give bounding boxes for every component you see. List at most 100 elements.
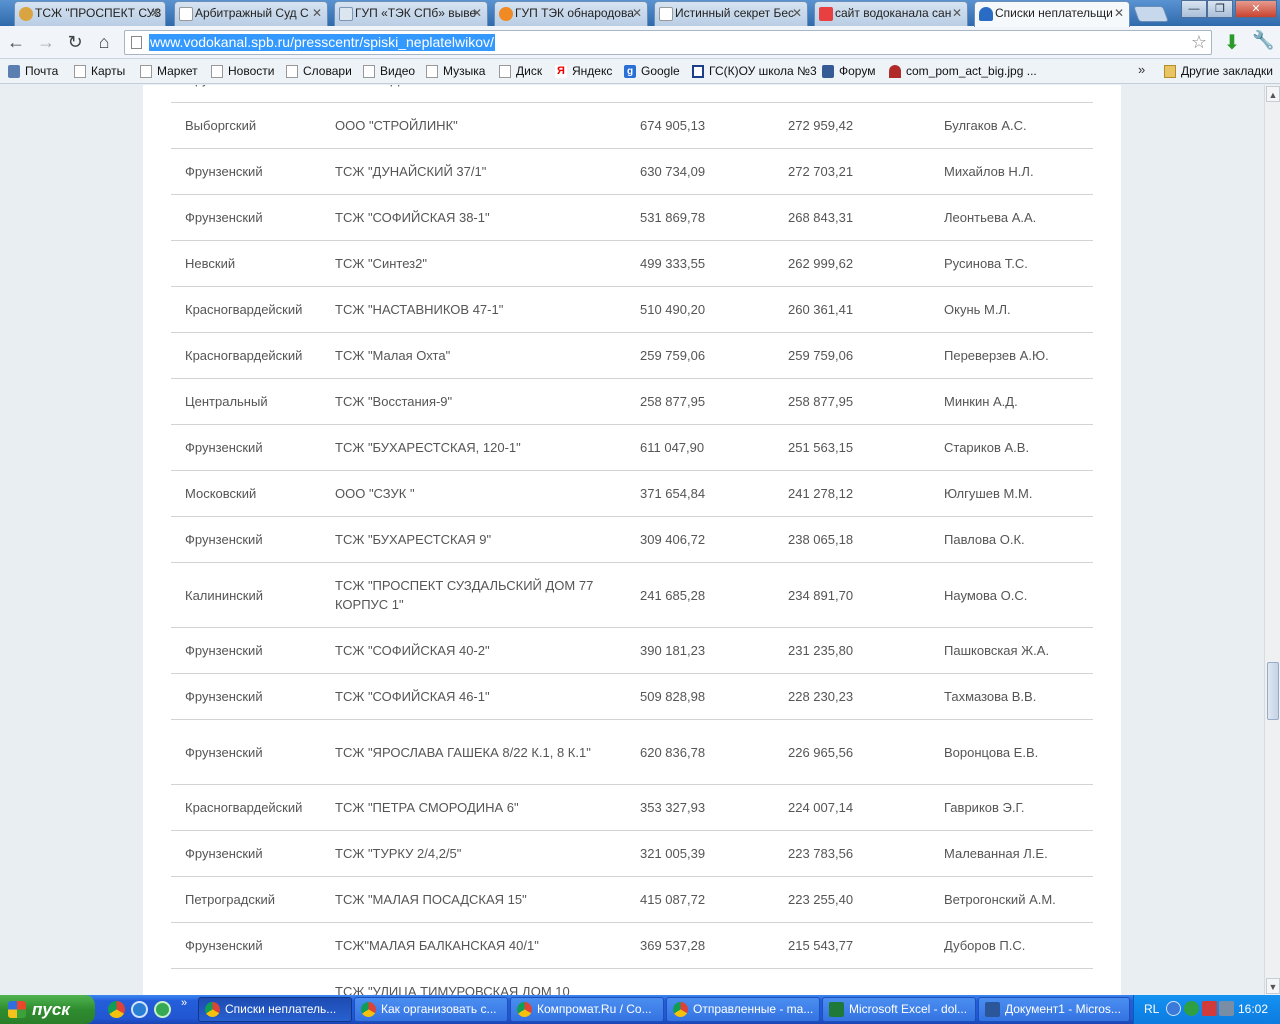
overdue-debt-cell: 228 230,23 xyxy=(788,689,854,704)
tab-strip: ТСЖ "ПРОСПЕКТ СУЗ ✕ Арбитражный Суд С ✕ … xyxy=(0,0,1280,27)
new-tab-button[interactable] xyxy=(1133,6,1169,22)
task-button[interactable]: Компромат.Ru / Co... xyxy=(510,997,664,1022)
bookmark-muzyka[interactable]: Музыка xyxy=(426,63,485,80)
close-icon[interactable]: ✕ xyxy=(632,2,642,25)
tab-title: ТСЖ "ПРОСПЕКТ СУЗ xyxy=(35,6,162,20)
bookmark-video[interactable]: Видео xyxy=(363,63,415,80)
table-row: Фрунзенский ТСЖ "СОФИЙСКАЯ 46-1" 509 828,9… xyxy=(171,674,1093,720)
scroll-up-arrow-icon[interactable]: ▲ xyxy=(1266,86,1280,102)
vertical-scrollbar[interactable]: ▲ ▼ xyxy=(1264,85,1280,995)
manager-cell: Юлгушев М.М. xyxy=(944,486,1033,501)
tab-7-active[interactable]: Списки неплательщи ✕ xyxy=(974,1,1130,27)
home-button[interactable]: ⌂ xyxy=(92,30,116,54)
tab-3[interactable]: ГУП «ТЭК СПб» выве ✕ xyxy=(334,1,488,26)
task-label: Компромат.Ru / Co... xyxy=(537,1002,652,1016)
bookmark-market[interactable]: Маркет xyxy=(140,63,198,80)
chrome-icon[interactable] xyxy=(108,1001,125,1018)
task-label: Документ1 - Micros... xyxy=(1005,1002,1121,1016)
bookmark-slovari[interactable]: Словари xyxy=(286,63,352,80)
start-button[interactable]: пуск xyxy=(0,995,95,1024)
quicklaunch-more-icon[interactable]: » xyxy=(181,997,187,1009)
table-row: Выборгский ООО "СТРОЙЛИНК" 674 905,13 272 9… xyxy=(171,103,1093,149)
overdue-debt-cell: 251 563,15 xyxy=(788,440,854,455)
table-row: Красногвардейский ТСЖ "Малая Охта" 259 759… xyxy=(171,333,1093,379)
table-row: Фрунзенский ТСЖ "СОФИЙСКАЯ 38-1" 531 869,7… xyxy=(171,195,1093,241)
url-text[interactable]: www.vodokanal.spb.ru/presscentr/spiski_n… xyxy=(149,34,495,51)
manager-cell: Пашковская Ж.А. xyxy=(944,643,1050,658)
bookmark-school[interactable]: ГС(К)ОУ школа №3 xyxy=(692,63,817,80)
close-icon[interactable]: ✕ xyxy=(1114,2,1124,25)
bookmark-star-icon[interactable]: ☆ xyxy=(1191,32,1207,53)
manager-cell: Гавриков Э.Г. xyxy=(944,800,1025,815)
bookmark-pochta[interactable]: Почта xyxy=(8,63,58,80)
bookmark-label: Диск xyxy=(516,64,543,78)
close-icon[interactable]: ✕ xyxy=(150,2,160,25)
overdue-debt-cell: 272 703,21 xyxy=(788,164,854,179)
manager-cell: Минкин А.Д. xyxy=(944,394,1018,409)
close-icon[interactable]: ✕ xyxy=(952,2,962,25)
close-icon[interactable]: ✕ xyxy=(792,2,802,25)
download-icon[interactable]: ⬇ xyxy=(1222,30,1242,54)
back-button[interactable]: ← xyxy=(4,30,28,54)
address-bar[interactable]: www.vodokanal.spb.ru/presscentr/spiski_n… xyxy=(124,30,1212,55)
district-cell: Московский xyxy=(185,486,257,501)
tab-5[interactable]: Истинный секрет Бес ✕ xyxy=(654,1,808,26)
clock: 16:02 xyxy=(1238,1002,1269,1016)
reload-button[interactable]: ↻ xyxy=(63,30,87,54)
table-row: Центральный ТСЖ "Восстания-9" 258 877,95 25… xyxy=(171,379,1093,425)
table-row: Фрунзенский ТСЖ "ДУНАЙСКИЙ 37/1" 630 734,0… xyxy=(171,149,1093,195)
mail-icon xyxy=(8,65,20,78)
organization-cell: ТСЖ "ВОДОКАНАЛЬНАЯ" xyxy=(335,85,605,102)
bookmark-yandex[interactable]: Я Яндекс xyxy=(555,63,612,80)
page-icon xyxy=(179,7,193,21)
scrollbar-thumb[interactable] xyxy=(1267,662,1279,720)
manager-cell: Павлова О.К. xyxy=(944,532,1025,547)
table-row: Фрунзенский ТСЖ "БУХАРЕСТСКАЯ 9" 309 406,7… xyxy=(171,517,1093,563)
wrench-icon[interactable]: 🔧 xyxy=(1252,30,1274,54)
bookmark-karty[interactable]: Карты xyxy=(74,63,125,80)
close-icon[interactable]: ✕ xyxy=(312,2,322,25)
task-button[interactable]: Списки неплатель... xyxy=(198,997,352,1022)
close-icon[interactable]: ✕ xyxy=(472,2,482,25)
bookmark-novosti[interactable]: Новости xyxy=(211,63,274,80)
scroll-down-arrow-icon[interactable]: ▼ xyxy=(1266,978,1280,994)
maximize-button[interactable]: ❐ xyxy=(1207,0,1233,18)
network-icon[interactable] xyxy=(131,1001,148,1018)
tray-arrow-icon[interactable] xyxy=(1166,1001,1181,1016)
mail-agent-icon[interactable] xyxy=(1184,1001,1199,1016)
minimize-button[interactable]: — xyxy=(1181,0,1207,18)
tab-2[interactable]: Арбитражный Суд С ✕ xyxy=(174,1,328,26)
volume-icon[interactable] xyxy=(1219,1001,1234,1016)
close-window-button[interactable]: ✕ xyxy=(1235,0,1277,18)
bookmark-label: Яндекс xyxy=(572,64,613,78)
page-viewport: ФрунзенскийТСЖ "ВОДОКАНАЛЬНАЯ"Выборгский… xyxy=(0,85,1264,995)
bookmark-label: Карты xyxy=(91,64,126,78)
bookmark-google[interactable]: g Google xyxy=(624,63,680,80)
language-indicator[interactable]: RL xyxy=(1144,1002,1159,1016)
browser-quicklaunch-icon[interactable] xyxy=(154,1001,171,1018)
district-cell: Невский xyxy=(185,256,236,271)
task-button[interactable]: Документ1 - Micros... xyxy=(978,997,1130,1022)
antivirus-icon[interactable] xyxy=(1202,1001,1217,1016)
tab-1[interactable]: ТСЖ "ПРОСПЕКТ СУЗ ✕ xyxy=(14,1,166,26)
bookmark-forum[interactable]: Форум xyxy=(822,63,875,80)
organization-cell: ТСЖ "ДУНАЙСКИЙ 37/1" xyxy=(335,164,487,179)
bookmarks-overflow-chevron[interactable]: » xyxy=(1138,62,1145,77)
task-button[interactable]: Microsoft Excel - dol... xyxy=(822,997,976,1022)
task-button[interactable]: Как организовать с... xyxy=(354,997,508,1022)
bookmark-image[interactable]: com_pom_act_big.jpg ... xyxy=(889,63,1037,80)
overdue-debt-cell: 258 877,95 xyxy=(788,394,854,409)
forward-button[interactable]: → xyxy=(34,30,58,54)
overdue-debt-cell: 268 843,31 xyxy=(788,210,854,225)
page-icon xyxy=(363,65,375,78)
page-icon xyxy=(659,7,673,21)
bookmark-label: Google xyxy=(641,64,680,78)
tab-6[interactable]: сайт водоканала сан ✕ xyxy=(814,1,968,26)
organization-cell: ТСЖ "ТУРКУ 2/4,2/5" xyxy=(335,846,462,861)
other-bookmarks[interactable]: Другие закладки xyxy=(1164,63,1273,80)
task-button[interactable]: Отправленные - ma... xyxy=(666,997,820,1022)
bookmark-disk[interactable]: Диск xyxy=(499,63,542,80)
tab-4[interactable]: ГУП ТЭК обнародова ✕ xyxy=(494,1,648,26)
total-debt-cell: 531 869,78 xyxy=(640,210,706,225)
total-debt-cell: 415 087,72 xyxy=(640,892,706,907)
